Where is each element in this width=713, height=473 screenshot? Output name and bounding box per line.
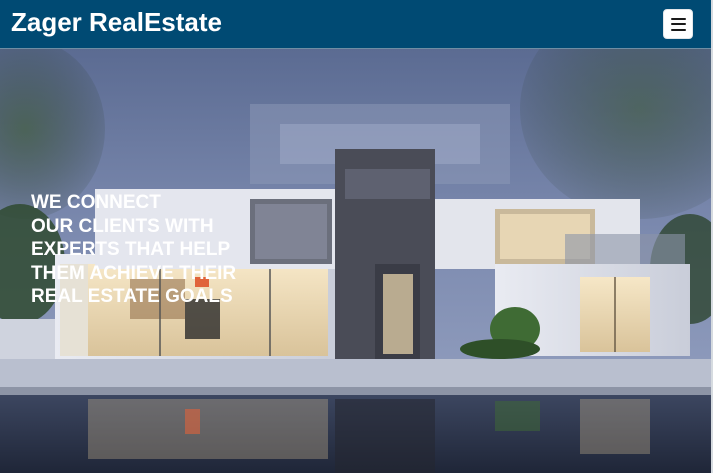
- hero-headline-line: WE CONNECT: [31, 192, 161, 213]
- hamburger-menu-icon: [670, 17, 686, 31]
- top-navbar: Zager RealEstate: [0, 0, 711, 49]
- hero-headline-line: REAL ESTATE GOALS: [31, 286, 233, 308]
- hero-headline: WE CONNECT OUR CLIENTS WITH EXPERTS THAT…: [31, 191, 331, 309]
- page: Zager RealEstate WE CONNECT OUR CLIENTS …: [0, 0, 713, 473]
- brand-logo-link[interactable]: Zager RealEstate: [11, 6, 222, 38]
- menu-toggle-button[interactable]: [663, 9, 693, 39]
- hero-headline-line: EXPERTS THAT HELP: [31, 239, 231, 261]
- hero-headline-line: THEM ACHIEVE THEIR: [31, 262, 237, 284]
- hero-banner: WE CONNECT OUR CLIENTS WITH EXPERTS THAT…: [0, 49, 711, 473]
- hero-headline-line: OUR CLIENTS WITH: [31, 215, 214, 237]
